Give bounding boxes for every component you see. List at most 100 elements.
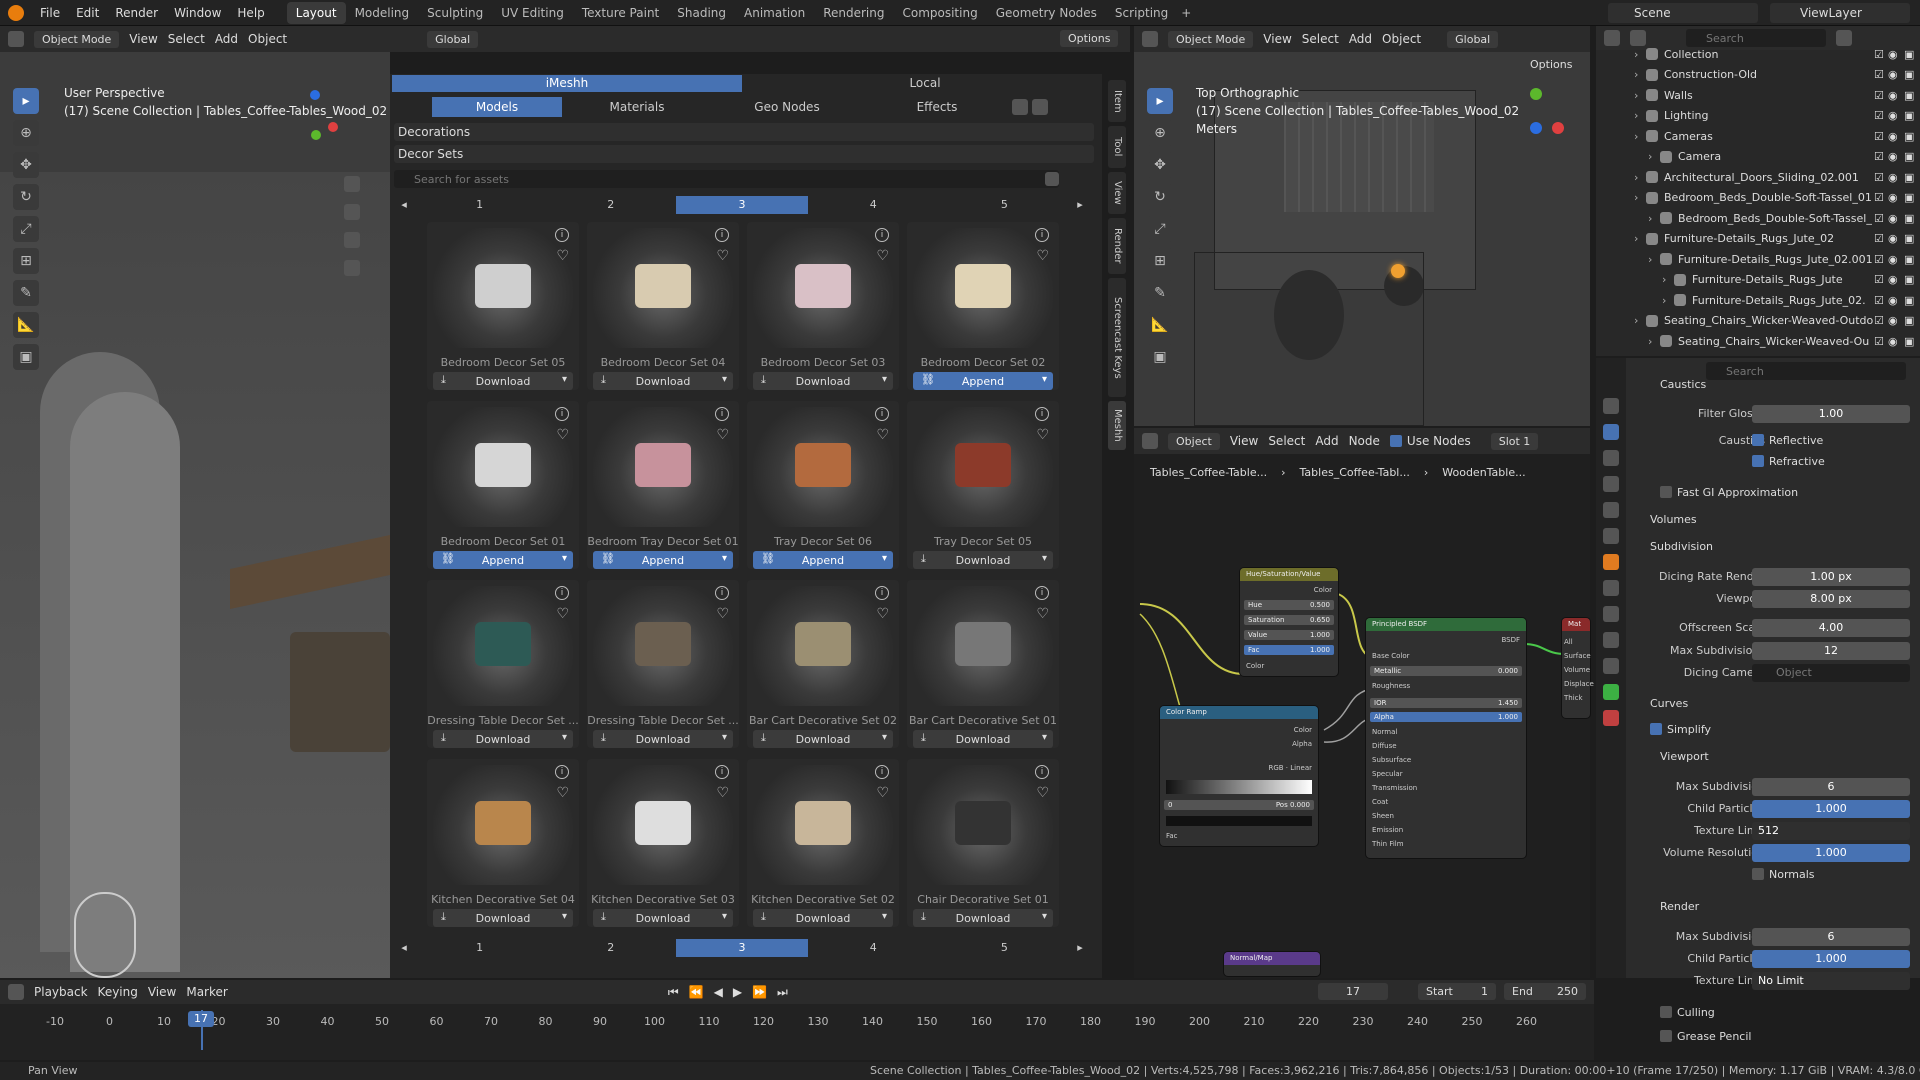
transform-orientation-right[interactable]: Global [1447,30,1499,48]
info-icon[interactable]: i [715,586,729,600]
filter-glossy-field[interactable]: 1.00 [1752,405,1910,423]
dicing-rate-render-field[interactable]: 1.00 px [1752,568,1910,586]
render-camera-icon[interactable]: ▣ [1904,314,1920,327]
select-menu[interactable]: Select [168,32,205,46]
sidebar-tab-render[interactable]: Render [1108,218,1126,274]
visibility-eye-icon[interactable]: ◉ [1888,171,1904,184]
render-subpanel-header[interactable]: Render [1660,900,1699,913]
favorite-heart-icon[interactable]: ♡ [1036,606,1049,622]
exclude-checkbox-icon[interactable]: ☑ [1874,68,1888,81]
play-icon[interactable]: ▶ [733,985,742,1000]
outliner-item[interactable]: › Furniture-Details_Rugs_Jute_02.001 ☑ ◉ ▣ [1600,249,1920,269]
expand-chevron-icon[interactable]: › [1634,314,1646,327]
vp-texture-limit-dropdown[interactable]: 512 [1752,822,1910,840]
exclude-checkbox-icon[interactable]: ☑ [1874,253,1888,266]
info-icon[interactable]: i [1035,228,1049,242]
render-camera-icon[interactable]: ▣ [1904,212,1920,225]
favorite-heart-icon[interactable]: ♡ [716,606,729,622]
visibility-eye-icon[interactable]: ◉ [1888,212,1904,225]
normal-map-node[interactable]: Normal/Map [1224,952,1320,976]
sidebar-tab-tool[interactable]: Tool [1108,126,1126,168]
favorite-heart-icon[interactable]: ♡ [876,606,889,622]
append-button[interactable]: ⛓ Append ▾ [753,551,893,569]
info-icon[interactable]: i [1035,765,1049,779]
asset-card[interactable]: i ♡ Bedroom Decor Set 01 ⛓ Append ▾ [427,401,579,569]
editor-type-icon[interactable] [8,31,24,47]
page-button[interactable]: 5 [939,196,1070,214]
exclude-checkbox-icon[interactable]: ☑ [1874,335,1888,348]
workspace-tab-sculpting[interactable]: Sculpting [418,2,492,24]
download-button[interactable]: ⤓ Download ▾ [753,730,893,748]
workspace-tab-animation[interactable]: Animation [735,2,814,24]
chevron-down-icon[interactable]: ▾ [882,911,887,922]
ramp-color-swatch[interactable] [1166,816,1312,826]
use-nodes-checkbox[interactable]: Use Nodes [1389,434,1471,448]
particles-icon[interactable] [1603,606,1619,622]
timeline-editor-icon[interactable] [8,984,24,1000]
marker-menu[interactable]: Marker [186,985,227,999]
mode-dropdown-right[interactable]: Object Mode [1168,30,1254,48]
outliner-item[interactable]: › Construction-Old ☑ ◉ ▣ [1600,65,1920,85]
move-tool-icon-right[interactable]: ✥ [1147,152,1173,178]
expand-chevron-icon[interactable]: › [1634,109,1646,122]
view-layer-selector[interactable]: ViewLayer [1770,3,1910,23]
asset-card[interactable]: i ♡ Kitchen Decorative Set 02 ⤓ Download ▾ [747,759,899,927]
bsdf-emission[interactable]: Emission [1372,826,1520,836]
render-camera-icon[interactable]: ▣ [1904,89,1920,102]
asset-thumbnail[interactable] [593,765,733,885]
chevron-down-icon[interactable]: ▾ [722,732,727,743]
dicing-viewport-field[interactable]: 8.00 px [1752,590,1910,608]
properties-search-input[interactable] [1706,362,1906,380]
navigation-gizmo[interactable] [290,88,340,158]
expand-chevron-icon[interactable]: › [1634,89,1646,102]
refresh-icon[interactable] [1012,99,1028,115]
gizmo-y-icon[interactable] [311,130,321,140]
append-button[interactable]: ⛓ Append ▾ [913,372,1053,390]
asset-card[interactable]: i ♡ Bar Cart Decorative Set 01 ⤓ Download ▾ [907,580,1059,748]
chevron-down-icon[interactable]: ▾ [562,374,567,385]
workspace-tab-compositing[interactable]: Compositing [893,2,986,24]
expand-chevron-icon[interactable]: › [1634,68,1646,81]
outliner-item[interactable]: › Seating_Chairs_Wicker-Weaved-Outdo ☑ ◉ ▣ [1600,311,1920,331]
transform-tool-icon-right[interactable]: ⊞ [1147,248,1173,274]
keying-menu[interactable]: Keying [98,985,138,999]
info-icon[interactable]: i [555,228,569,242]
exclude-checkbox-icon[interactable]: ☑ [1874,314,1888,327]
tab-imeshh[interactable]: iMeshh [392,75,742,92]
asset-card[interactable]: i ♡ Dressing Table Decor Set ... ⤓ Download ▾ [587,580,739,748]
outliner-item[interactable]: › Camera ☑ ◉ ▣ [1600,147,1920,167]
outliner-item[interactable]: › Furniture-Details_Rugs_Jute_02 ☑ ◉ ▣ [1600,229,1920,249]
ramp-mode-row[interactable]: RGB · Linear [1166,764,1312,774]
view-menu[interactable]: View [129,32,157,46]
expand-chevron-icon[interactable]: › [1648,150,1660,163]
ramp-pos-field[interactable]: 0 Pos 0.000 [1164,800,1314,810]
gizmo-x-icon[interactable] [328,122,338,132]
node-add-menu[interactable]: Add [1315,434,1338,448]
asset-card[interactable]: i ♡ Bedroom Decor Set 05 ⤓ Download ▾ [427,222,579,390]
asset-thumbnail[interactable] [753,228,893,348]
info-icon[interactable]: i [875,765,889,779]
data-properties-icon[interactable] [1603,684,1619,700]
asset-thumbnail[interactable] [753,586,893,706]
gizmo-z-icon-right[interactable] [1530,122,1542,134]
hsv-hue-field[interactable]: Hue 0.500 [1244,600,1334,610]
asset-thumbnail[interactable] [433,228,573,348]
render-camera-icon[interactable]: ▣ [1904,150,1920,163]
scene-selector[interactable]: Scene [1608,3,1758,23]
info-icon[interactable]: i [875,586,889,600]
exclude-checkbox-icon[interactable]: ☑ [1874,294,1888,307]
page-button[interactable]: 3 [676,196,808,214]
info-icon[interactable]: i [555,407,569,421]
color-ramp-node[interactable]: Color Ramp Color Alpha RGB · Linear 0 Pos… [1160,706,1318,846]
asset-thumbnail[interactable] [593,228,733,348]
asset-thumbnail[interactable] [433,586,573,706]
principled-bsdf-node[interactable]: Principled BSDF BSDF Base Color Metallic… [1366,618,1526,858]
exclude-checkbox-icon[interactable]: ☑ [1874,171,1888,184]
outliner-item[interactable]: › Seating_Chairs_Wicker-Weaved-Ou ☑ ◉ ▣ [1600,331,1920,351]
transform-orientation-dropdown[interactable]: Global [427,30,479,48]
info-icon[interactable]: i [715,228,729,242]
favorite-heart-icon[interactable]: ♡ [876,248,889,264]
download-button[interactable]: ⤓ Download ▾ [913,909,1053,927]
visibility-eye-icon[interactable]: ◉ [1888,232,1904,245]
zoom-icon[interactable] [344,176,360,192]
